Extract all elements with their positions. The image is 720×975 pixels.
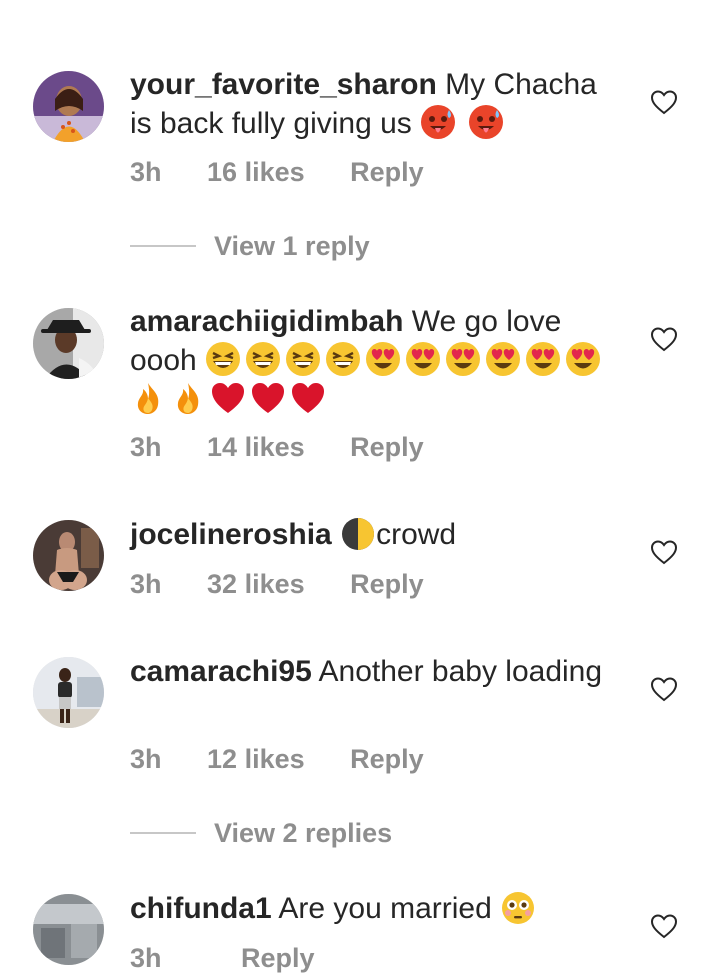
comment-meta: 3h 32 likes Reply bbox=[130, 567, 462, 601]
comment-time: 3h bbox=[130, 157, 162, 187]
comment-time: 3h bbox=[130, 943, 162, 973]
comment-username[interactable]: jocelineroshia bbox=[130, 518, 332, 551]
flushed-face-emoji-icon bbox=[500, 890, 535, 924]
last-quarter-moon-emoji-icon bbox=[340, 516, 375, 550]
comment-meta: 3h 14 likes Reply bbox=[130, 430, 462, 464]
hot-face-emoji-icon bbox=[420, 104, 456, 140]
comment-text: amarachiigidimbah We go love oooh bbox=[130, 303, 620, 419]
heart-eyes-emoji-icon bbox=[405, 341, 441, 377]
reply-button[interactable]: Reply bbox=[350, 742, 424, 776]
comment-time: 3h bbox=[130, 569, 162, 599]
comment-username[interactable]: amarachiigidimbah bbox=[130, 305, 403, 338]
avatar[interactable] bbox=[33, 308, 104, 379]
comments-feed: your_favorite_sharon My Chacha is back f… bbox=[0, 0, 720, 975]
reply-button[interactable]: Reply bbox=[350, 430, 424, 464]
comment-message: Another baby loading bbox=[318, 655, 603, 688]
grinning-squinting-emoji-icon bbox=[205, 341, 241, 377]
comment-username[interactable]: your_favorite_sharon bbox=[130, 68, 437, 101]
reply-button[interactable]: Reply bbox=[241, 941, 315, 975]
comment-message: crowd bbox=[376, 518, 457, 551]
grinning-squinting-emoji-icon bbox=[285, 341, 321, 377]
comment-time: 3h bbox=[130, 432, 162, 462]
like-heart-icon[interactable] bbox=[650, 913, 678, 939]
comment-text: jocelineroshia crowd bbox=[130, 516, 620, 554]
comment-text: chifunda1 Are you married bbox=[130, 890, 620, 928]
fire-emoji-icon bbox=[130, 380, 166, 416]
like-heart-icon[interactable] bbox=[650, 89, 678, 115]
like-heart-icon[interactable] bbox=[650, 326, 678, 352]
grinning-squinting-emoji-icon bbox=[245, 341, 281, 377]
replies-divider-line bbox=[130, 245, 196, 247]
comment-text: your_favorite_sharon My Chacha is back f… bbox=[130, 66, 620, 143]
comment-message: Are you married bbox=[278, 892, 492, 925]
avatar[interactable] bbox=[33, 520, 104, 591]
comment-username[interactable]: camarachi95 bbox=[130, 655, 312, 688]
view-replies-button[interactable]: View 1 reply bbox=[130, 229, 490, 263]
reply-button[interactable]: Reply bbox=[350, 567, 424, 601]
like-heart-icon[interactable] bbox=[650, 676, 678, 702]
red-heart-emoji-icon bbox=[290, 380, 326, 416]
avatar[interactable] bbox=[33, 71, 104, 142]
comment-meta: 3h 12 likes Reply bbox=[130, 742, 462, 776]
comment-likes-count[interactable]: 12 likes bbox=[207, 742, 305, 776]
heart-eyes-emoji-icon bbox=[565, 341, 601, 377]
replies-divider-line bbox=[130, 832, 196, 834]
view-replies-label: View 1 reply bbox=[214, 231, 370, 261]
view-replies-label: View 2 replies bbox=[214, 818, 393, 848]
comment-text: camarachi95 Another baby loading bbox=[130, 653, 620, 691]
comment-meta: 3h Reply bbox=[130, 941, 353, 975]
comment-meta: 3h 16 likes Reply bbox=[130, 155, 462, 189]
like-heart-icon[interactable] bbox=[650, 539, 678, 565]
avatar[interactable] bbox=[33, 657, 104, 728]
heart-eyes-emoji-icon bbox=[525, 341, 561, 377]
avatar[interactable] bbox=[33, 894, 104, 965]
heart-eyes-emoji-icon bbox=[485, 341, 521, 377]
comment-likes-count[interactable]: 32 likes bbox=[207, 567, 305, 601]
view-replies-button[interactable]: View 2 replies bbox=[130, 816, 490, 850]
comment-username[interactable]: chifunda1 bbox=[130, 892, 272, 925]
fire-emoji-icon bbox=[170, 380, 206, 416]
hot-face-emoji-icon bbox=[468, 104, 504, 140]
comment-likes-count[interactable]: 16 likes bbox=[207, 155, 305, 189]
red-heart-emoji-icon bbox=[250, 380, 286, 416]
reply-button[interactable]: Reply bbox=[350, 155, 424, 189]
heart-eyes-emoji-icon bbox=[445, 341, 481, 377]
comment-likes-count[interactable]: 14 likes bbox=[207, 430, 305, 464]
heart-eyes-emoji-icon bbox=[365, 341, 401, 377]
grinning-squinting-emoji-icon bbox=[325, 341, 361, 377]
red-heart-emoji-icon bbox=[210, 380, 246, 416]
comment-time: 3h bbox=[130, 744, 162, 774]
